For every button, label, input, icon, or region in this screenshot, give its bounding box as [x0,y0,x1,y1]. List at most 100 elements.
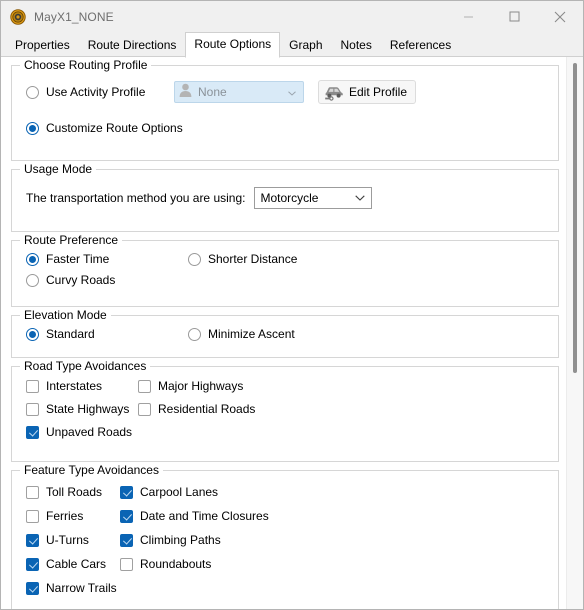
radio-label-shorter-distance: Shorter Distance [208,252,298,266]
checkbox-label-toll-roads: Toll Roads [46,485,103,499]
close-icon [554,11,566,22]
minimize-icon [463,16,473,18]
checkbox-indicator-unpaved-roads [26,425,39,439]
checkbox-indicator-date-and-time-closures [120,509,133,523]
activity-profile-dropdown[interactable]: None [174,81,304,103]
checkbox-unpaved-roads[interactable]: Unpaved Roads [26,425,138,439]
chevron-down-icon [288,83,296,101]
checkbox-date-and-time-closures[interactable]: Date and Time Closures [120,509,548,523]
options-scroll-area: Choose Routing Profile Use Activity Prof… [1,57,566,609]
checkbox-label-u-turns: U-Turns [46,533,89,547]
maximize-button[interactable] [491,1,537,32]
edit-profile-label: Edit Profile [349,85,408,99]
radio-customize-route-options[interactable]: Customize Route Options [26,121,183,135]
group-title-choose-routing-profile: Choose Routing Profile [20,58,152,72]
elevation-mode-options: Standard Minimize Ascent [26,327,548,341]
scrollbar-thumb[interactable] [573,63,577,373]
group-elevation-mode: Elevation Mode Standard Minimize Ascent [11,308,559,358]
radio-indicator-faster-time [26,252,39,266]
radio-label-use-activity-profile: Use Activity Profile [46,85,146,99]
transportation-method-label: The transportation method you are using: [26,191,246,205]
group-title-elevation-mode: Elevation Mode [20,308,111,322]
edit-profile-button[interactable]: Edit Profile [318,80,417,104]
radio-label-standard: Standard [46,327,95,341]
radio-indicator-curvy-roads [26,273,39,287]
checkbox-interstates[interactable]: Interstates [26,379,138,393]
radio-label-faster-time: Faster Time [46,252,110,266]
checkbox-cable-cars[interactable]: Cable Cars [26,557,120,571]
customize-route-options-row: Customize Route Options [26,121,548,135]
checkbox-label-cable-cars: Cable Cars [46,557,107,571]
route-preference-options: Faster Time Shorter Distance Curvy Roads [26,252,548,287]
checkbox-u-turns[interactable]: U-Turns [26,533,120,547]
checkbox-climbing-paths[interactable]: Climbing Paths [120,533,548,547]
radio-use-activity-profile[interactable]: Use Activity Profile [26,85,174,99]
checkbox-indicator-climbing-paths [120,533,133,547]
feature-type-avoidance-list: Toll Roads Carpool Lanes Ferries Date an… [26,485,548,595]
title-bar: MayX1_NONE [1,1,583,32]
tab-notes[interactable]: Notes [332,34,381,57]
group-feature-type-avoidances: Feature Type Avoidances Toll Roads Carpo… [11,463,559,609]
use-activity-profile-row: Use Activity Profile None Edit Profile [26,80,548,104]
radio-label-minimize-ascent: Minimize Ascent [208,327,295,341]
checkbox-indicator-residential-roads [138,402,151,416]
tab-route-directions[interactable]: Route Directions [79,34,186,57]
checkbox-toll-roads[interactable]: Toll Roads [26,485,120,499]
checkbox-label-roundabouts: Roundabouts [140,557,212,571]
checkbox-label-carpool-lanes: Carpool Lanes [140,485,219,499]
tab-strip: Properties Route Directions Route Option… [1,32,583,58]
checkbox-label-unpaved-roads: Unpaved Roads [46,425,133,439]
checkbox-residential-roads[interactable]: Residential Roads [138,402,548,416]
tab-graph[interactable]: Graph [280,34,331,57]
radio-label-curvy-roads: Curvy Roads [46,273,116,287]
radio-indicator-customize-route-options [26,121,39,135]
checkbox-indicator-roundabouts [120,557,133,571]
tab-properties[interactable]: Properties [6,34,79,57]
transportation-method-dropdown[interactable]: Motorcycle [254,187,373,209]
checkbox-label-residential-roads: Residential Roads [158,402,256,416]
group-route-preference: Route Preference Faster Time Shorter Dis… [11,233,559,307]
group-choose-routing-profile: Choose Routing Profile Use Activity Prof… [11,58,559,161]
radio-indicator-use-activity-profile [26,85,39,99]
minimize-button[interactable] [445,1,491,32]
group-title-feature-type-avoidances: Feature Type Avoidances [20,463,163,477]
radio-indicator-standard [26,327,39,341]
radio-shorter-distance[interactable]: Shorter Distance [188,252,548,266]
tab-references[interactable]: References [381,34,460,57]
checkbox-ferries[interactable]: Ferries [26,509,120,523]
checkbox-roundabouts[interactable]: Roundabouts [120,557,548,571]
vertical-scrollbar[interactable] [566,57,583,609]
group-title-usage-mode: Usage Mode [20,162,97,176]
checkbox-indicator-toll-roads [26,485,39,499]
window-title: MayX1_NONE [34,9,114,24]
checkbox-label-climbing-paths: Climbing Paths [140,533,221,547]
transportation-method-value: Motorcycle [260,191,319,205]
checkbox-label-interstates: Interstates [46,379,103,393]
checkbox-state-highways[interactable]: State Highways [26,402,138,416]
route-options-panel: Choose Routing Profile Use Activity Prof… [1,57,583,609]
radio-indicator-minimize-ascent [188,327,201,341]
group-title-road-type-avoidances: Road Type Avoidances [20,359,151,373]
checkbox-indicator-state-highways [26,402,39,416]
checkbox-label-major-highways: Major Highways [158,379,244,393]
checkbox-indicator-major-highways [138,379,151,393]
checkbox-narrow-trails[interactable]: Narrow Trails [26,581,120,595]
group-road-type-avoidances: Road Type Avoidances Interstates Major H… [11,359,559,462]
checkbox-indicator-u-turns [26,533,39,547]
radio-minimize-ascent[interactable]: Minimize Ascent [188,327,548,341]
group-title-route-preference: Route Preference [20,233,123,247]
close-button[interactable] [537,1,583,32]
window-controls [445,1,583,32]
tab-route-options[interactable]: Route Options [185,32,281,58]
radio-faster-time[interactable]: Faster Time [26,252,188,266]
checkbox-indicator-ferries [26,509,39,523]
checkbox-carpool-lanes[interactable]: Carpool Lanes [120,485,548,499]
compass-medal-icon [10,8,26,25]
car-wrench-icon [324,84,344,101]
radio-indicator-shorter-distance [188,252,201,266]
checkbox-major-highways[interactable]: Major Highways [138,379,548,393]
radio-curvy-roads[interactable]: Curvy Roads [26,273,188,287]
radio-standard[interactable]: Standard [26,327,188,341]
checkbox-indicator-carpool-lanes [120,485,133,499]
checkbox-indicator-interstates [26,379,39,393]
